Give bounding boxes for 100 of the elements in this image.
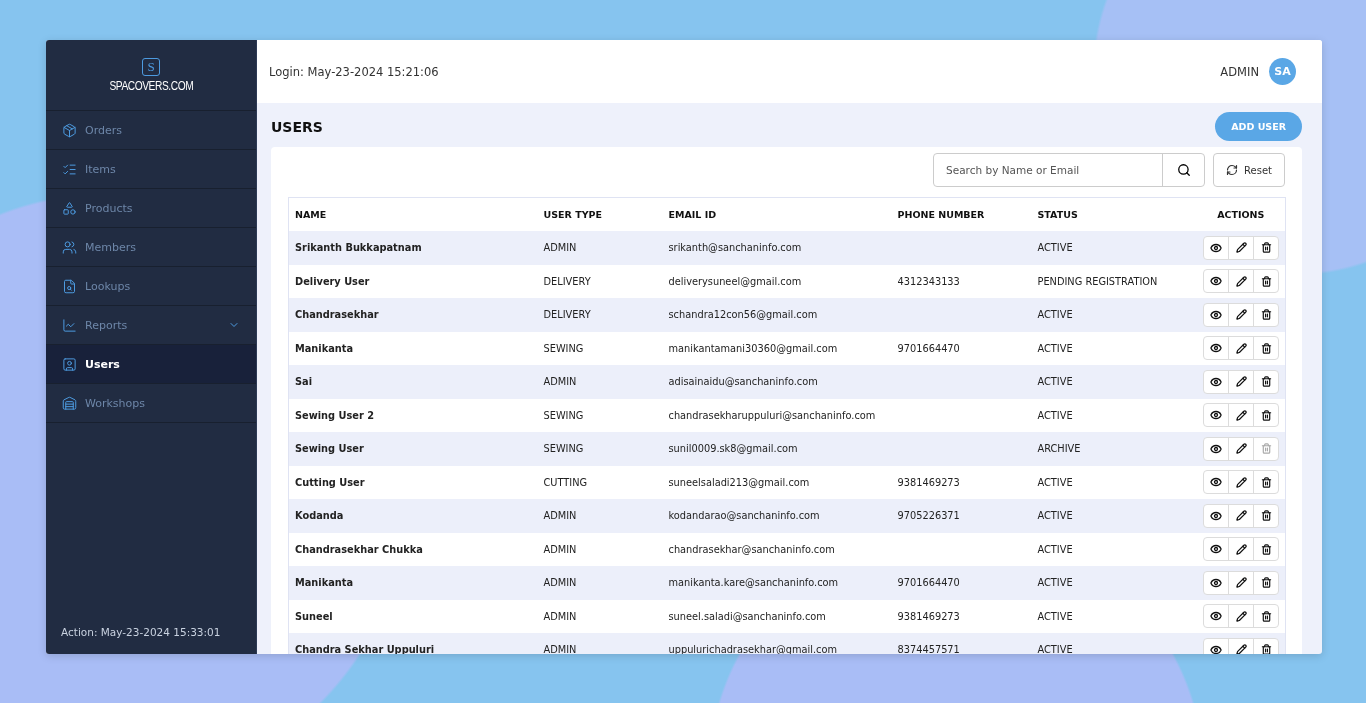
user-email: adisainaidu@sanchaninfo.com <box>668 376 818 388</box>
avatar[interactable]: SA <box>1269 58 1296 85</box>
sidebar-item[interactable]: Workshops <box>46 384 256 423</box>
phone-number: 4312343133 <box>897 275 960 287</box>
pencil-icon <box>1235 275 1247 287</box>
user-status: ACTIVE <box>1037 409 1073 421</box>
user-name: Cutting User <box>295 476 365 488</box>
user-name: Suneel <box>295 610 333 622</box>
user-email: chandrasekhar@sanchaninfo.com <box>668 543 835 555</box>
eye-icon <box>1210 409 1222 422</box>
user-name: Sai <box>295 376 313 388</box>
chart-icon <box>62 317 77 333</box>
add-user-button[interactable]: ADD USER <box>1215 112 1302 141</box>
eye-icon <box>1210 643 1222 654</box>
checklist-icon <box>62 161 77 177</box>
brand-name: SPACOVERS.COM <box>109 78 193 93</box>
user-type: DELIVERY <box>543 275 591 287</box>
warehouse-icon <box>62 395 77 411</box>
search-icon <box>1176 163 1191 177</box>
eye-icon <box>1210 342 1222 355</box>
search-bar[interactable]: Search by Name or Email <box>933 153 1206 187</box>
logo-mark: S <box>142 57 160 76</box>
box-icon <box>62 122 77 138</box>
eye-icon <box>1210 509 1222 522</box>
sidebar-item[interactable]: Lookups <box>46 267 256 306</box>
user-type: ADMIN <box>543 543 577 555</box>
phone-number: 9705226371 <box>897 510 960 522</box>
column-header: NAME <box>288 197 538 231</box>
user-type: SEWING <box>543 409 584 421</box>
trash-icon <box>1260 342 1272 354</box>
id-badge-icon <box>62 356 77 372</box>
user-email: chandrasekharuppuluri@sanchaninfo.com <box>668 409 876 421</box>
eye-icon <box>1210 275 1222 288</box>
pencil-icon <box>1235 342 1247 354</box>
trash-icon <box>1260 309 1272 321</box>
user-email: manikantamani30360@gmail.com <box>668 342 838 354</box>
user-type: SEWING <box>543 443 584 455</box>
user-email: manikanta.kare@sanchaninfo.com <box>668 577 839 589</box>
search-field[interactable]: Search by Name or Email <box>934 154 1163 186</box>
sidebar-item[interactable]: Products <box>46 189 256 228</box>
eye-icon <box>1210 576 1222 589</box>
trash-icon <box>1260 577 1272 589</box>
user-status: ACTIVE <box>1037 644 1073 654</box>
user-type: DELIVERY <box>543 309 591 321</box>
trash-icon <box>1260 242 1272 254</box>
user-status: ACTIVE <box>1037 242 1073 254</box>
trash-icon <box>1260 510 1272 522</box>
pencil-icon <box>1235 376 1247 388</box>
sidebar-item[interactable]: Members <box>46 228 256 267</box>
user-email: schandra12con56@gmail.com <box>668 309 818 321</box>
eye-icon <box>1210 241 1222 254</box>
user-type: ADMIN <box>543 644 577 654</box>
trash-icon <box>1260 543 1272 555</box>
user-role: ADMIN <box>1220 64 1259 79</box>
pencil-icon <box>1235 443 1247 455</box>
column-header: ACTIONS <box>1196 197 1286 231</box>
pencil-icon <box>1235 510 1247 522</box>
pencil-icon <box>1235 577 1247 589</box>
user-status: ACTIVE <box>1037 543 1073 555</box>
last-action-time: Action: May-23-2024 15:33:01 <box>60 626 222 640</box>
user-name: Srikanth Bukkapatnam <box>295 242 422 254</box>
user-email: sunil0009.sk8@gmail.com <box>668 443 798 455</box>
user-type: SEWING <box>543 342 584 354</box>
user-email: suneel.saladi@sanchaninfo.com <box>668 610 826 622</box>
trash-icon <box>1260 376 1272 388</box>
column-header: EMAIL ID <box>662 197 892 231</box>
user-status: ACTIVE <box>1037 309 1073 321</box>
user-name: Chandrasekhar <box>295 309 379 321</box>
sidebar-item[interactable]: Users <box>46 345 256 384</box>
user-status: ARCHIVE <box>1037 443 1081 455</box>
pencil-icon <box>1235 610 1247 622</box>
user-name: Chandrasekhar Chukka <box>295 543 423 555</box>
user-status: ACTIVE <box>1037 577 1073 589</box>
column-header: USER TYPE <box>537 197 663 231</box>
user-status: ACTIVE <box>1037 476 1073 488</box>
trash-icon <box>1260 610 1272 622</box>
phone-number: 9701664470 <box>897 342 960 354</box>
trash-icon <box>1260 409 1272 421</box>
reset-button[interactable]: Reset <box>1213 153 1285 187</box>
phone-number: 8374457571 <box>897 644 960 654</box>
eye-icon <box>1210 610 1222 623</box>
sidebar-item[interactable]: Items <box>46 150 256 189</box>
people-icon <box>62 239 77 255</box>
eye-icon <box>1210 476 1222 489</box>
user-type: ADMIN <box>543 242 577 254</box>
user-name: Sewing User <box>295 443 364 455</box>
user-type: CUTTING <box>543 476 588 488</box>
refresh-icon <box>1226 164 1239 176</box>
user-name: Delivery User <box>295 275 370 287</box>
user-email: suneelsaladi213@gmail.com <box>668 476 810 488</box>
column-header: STATUS <box>1031 197 1197 231</box>
page-title: USERS <box>271 118 324 135</box>
trash-icon <box>1260 443 1272 455</box>
sidebar-item[interactable]: Orders <box>46 111 256 150</box>
user-name: Manikanta <box>295 342 354 354</box>
pencil-icon <box>1235 409 1247 421</box>
eye-icon <box>1210 375 1222 388</box>
user-name: Sewing User 2 <box>295 409 374 421</box>
phone-number: 9381469273 <box>897 610 960 622</box>
user-name: Kodanda <box>295 510 344 522</box>
